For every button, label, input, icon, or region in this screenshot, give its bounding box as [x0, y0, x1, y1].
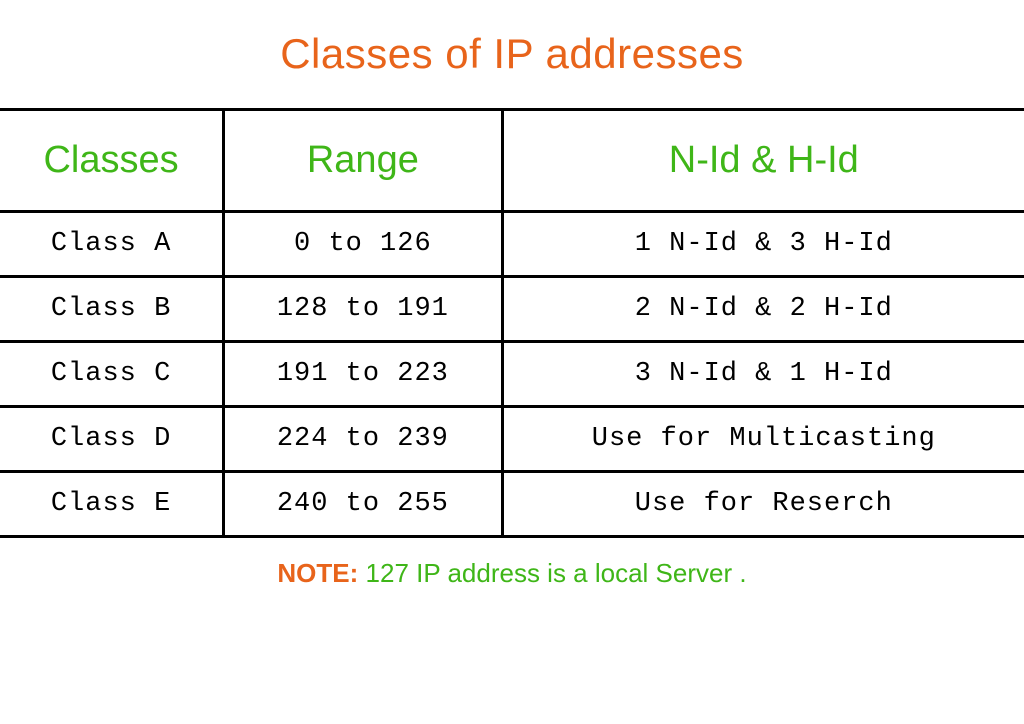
cell-classes: Class E — [0, 472, 224, 537]
note-text: 127 IP address is a local Server . — [358, 558, 746, 588]
cell-classes: Class A — [0, 212, 224, 277]
cell-range: 191 to 223 — [224, 342, 502, 407]
ip-classes-table: Classes Range N-Id & H-Id Class A 0 to 1… — [0, 108, 1024, 538]
cell-nid: 1 N-Id & 3 H-Id — [502, 212, 1024, 277]
cell-range: 224 to 239 — [224, 407, 502, 472]
page-title: Classes of IP addresses — [280, 30, 744, 78]
table-row: Class B 128 to 191 2 N-Id & 2 H-Id — [0, 277, 1024, 342]
table-row: Class E 240 to 255 Use for Reserch — [0, 472, 1024, 537]
cell-range: 0 to 126 — [224, 212, 502, 277]
table-header-row: Classes Range N-Id & H-Id — [0, 110, 1024, 212]
table-row: Class C 191 to 223 3 N-Id & 1 H-Id — [0, 342, 1024, 407]
note-line: NOTE: 127 IP address is a local Server . — [277, 558, 746, 589]
table-row: Class A 0 to 126 1 N-Id & 3 H-Id — [0, 212, 1024, 277]
table-row: Class D 224 to 239 Use for Multicasting — [0, 407, 1024, 472]
cell-range: 128 to 191 — [224, 277, 502, 342]
note-label: NOTE: — [277, 558, 358, 588]
cell-nid: Use for Reserch — [502, 472, 1024, 537]
cell-classes: Class D — [0, 407, 224, 472]
header-range: Range — [224, 110, 502, 212]
ip-classes-table-container: Classes Range N-Id & H-Id Class A 0 to 1… — [0, 108, 1024, 538]
cell-classes: Class C — [0, 342, 224, 407]
cell-range: 240 to 255 — [224, 472, 502, 537]
header-nid-hid: N-Id & H-Id — [502, 110, 1024, 212]
cell-nid: Use for Multicasting — [502, 407, 1024, 472]
cell-nid: 3 N-Id & 1 H-Id — [502, 342, 1024, 407]
cell-nid: 2 N-Id & 2 H-Id — [502, 277, 1024, 342]
header-classes: Classes — [0, 110, 224, 212]
cell-classes: Class B — [0, 277, 224, 342]
